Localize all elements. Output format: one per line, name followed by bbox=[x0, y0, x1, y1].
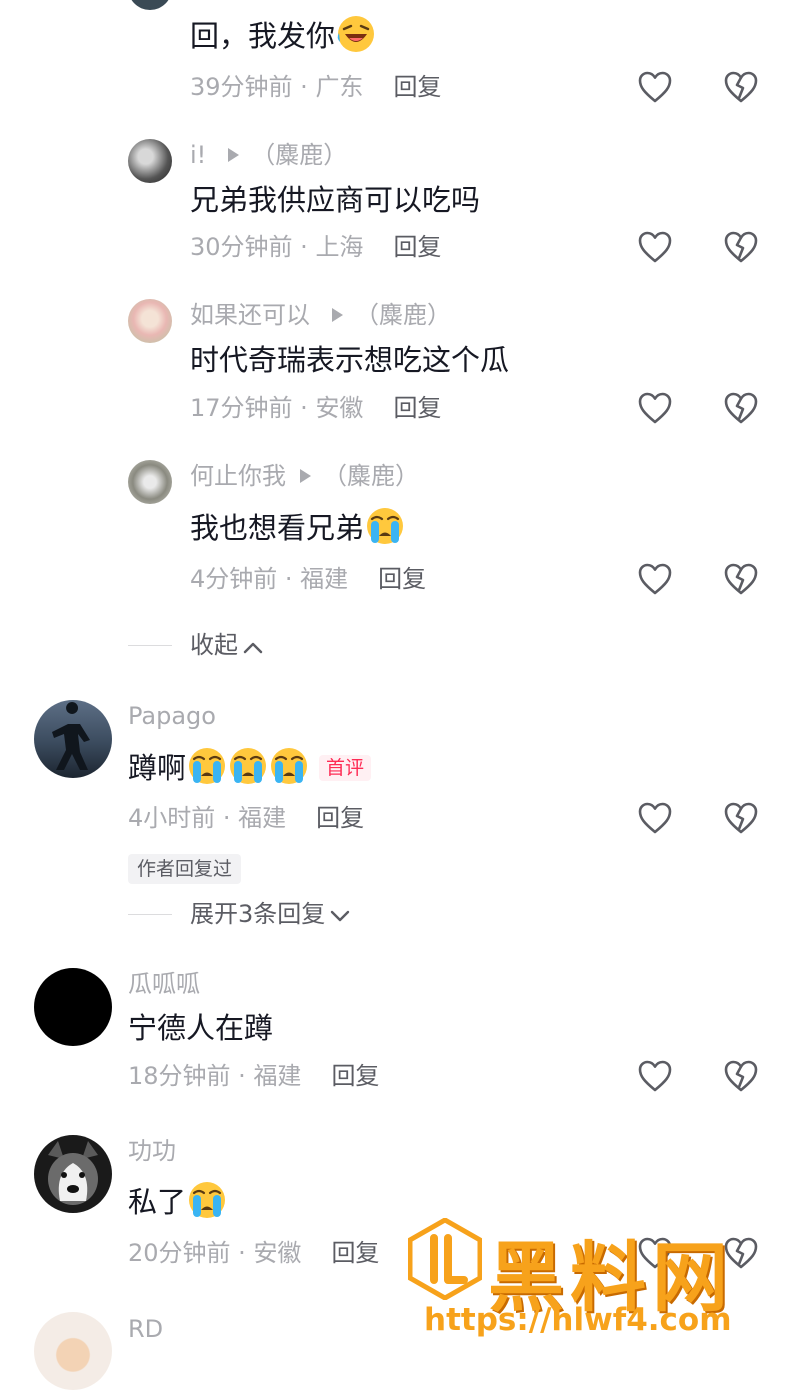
avatar[interactable] bbox=[128, 460, 172, 504]
comment-meta: 17分钟前 · 安徽 回复 bbox=[190, 394, 442, 422]
comment-location: 福建 bbox=[253, 1062, 302, 1090]
comment-username[interactable]: 如果还可以 （麋鹿） bbox=[190, 300, 451, 330]
watermark-url: https://hlwf4.com bbox=[424, 1302, 732, 1338]
crying-emoji-icon bbox=[365, 506, 405, 546]
broken-heart-icon[interactable] bbox=[723, 801, 759, 835]
avatar[interactable] bbox=[34, 1312, 112, 1390]
heart-icon[interactable] bbox=[637, 230, 673, 264]
reply-button[interactable]: 回复 bbox=[393, 73, 441, 101]
comment-username[interactable]: Papago bbox=[128, 701, 216, 731]
divider-line bbox=[128, 914, 172, 915]
comment-meta: 20分钟前 · 安徽 回复 bbox=[128, 1239, 380, 1267]
comment-time: 4小时前 bbox=[128, 804, 216, 832]
avatar[interactable] bbox=[128, 139, 172, 183]
heart-icon[interactable] bbox=[637, 801, 673, 835]
comment-username[interactable]: i! （麋鹿） bbox=[190, 140, 347, 170]
comment-meta: 4分钟前 · 福建 回复 bbox=[190, 565, 427, 593]
broken-heart-icon[interactable] bbox=[723, 562, 759, 596]
crying-emoji-icon bbox=[228, 746, 268, 786]
reply-arrow-icon bbox=[300, 469, 311, 483]
reply-button[interactable]: 回复 bbox=[331, 1239, 379, 1267]
avatar[interactable] bbox=[34, 1135, 112, 1213]
broken-heart-icon[interactable] bbox=[723, 391, 759, 425]
watermark-logo-icon bbox=[408, 1218, 482, 1300]
comment-meta: 18分钟前 · 福建 回复 bbox=[128, 1062, 380, 1090]
reply-button[interactable]: 回复 bbox=[331, 1062, 379, 1090]
heart-icon[interactable] bbox=[637, 70, 673, 104]
reply-arrow-icon bbox=[228, 148, 240, 162]
crying-emoji-icon bbox=[187, 746, 227, 786]
avatar[interactable] bbox=[34, 968, 112, 1046]
comment-text: 时代奇瑞表示想吃这个瓜 bbox=[190, 343, 510, 377]
reply-arrow-icon bbox=[332, 308, 343, 322]
chevron-down-icon bbox=[331, 910, 350, 922]
broken-heart-icon[interactable] bbox=[723, 230, 759, 264]
comment-text: 宁德人在蹲 bbox=[128, 1011, 274, 1045]
heart-icon[interactable] bbox=[637, 1059, 673, 1093]
laughing-emoji-icon bbox=[336, 14, 376, 54]
comment-text: 兄弟我供应商可以吃吗 bbox=[190, 183, 481, 217]
comment-time: 20分钟前 bbox=[128, 1239, 231, 1267]
comment-time: 4分钟前 bbox=[190, 565, 278, 593]
expand-replies-button[interactable]: 展开3条回复 bbox=[128, 899, 351, 929]
comment-location: 安徽 bbox=[253, 1239, 302, 1267]
reply-button[interactable]: 回复 bbox=[378, 565, 426, 593]
comment-time: 39分钟前 bbox=[190, 73, 293, 101]
watermark: 黑料网 https://hlwf4.com bbox=[404, 1214, 774, 1354]
comment-text: 蹲啊 首评 bbox=[128, 746, 372, 788]
comment-time: 17分钟前 bbox=[190, 394, 293, 422]
crying-emoji-icon bbox=[187, 1180, 227, 1220]
comment-text: 我也想看兄弟 bbox=[190, 506, 405, 548]
chevron-up-icon bbox=[243, 642, 263, 654]
comment-text: 私了 bbox=[128, 1180, 227, 1222]
comment-username[interactable]: RD bbox=[128, 1314, 163, 1344]
broken-heart-icon[interactable] bbox=[723, 70, 759, 104]
avatar[interactable] bbox=[128, 299, 172, 343]
comment-meta: 30分钟前 · 上海 回复 bbox=[190, 233, 442, 261]
comment-location: 福建 bbox=[238, 804, 287, 832]
crying-emoji-icon bbox=[269, 746, 309, 786]
reply-button[interactable]: 回复 bbox=[393, 394, 441, 422]
reply-button[interactable]: 回复 bbox=[393, 233, 441, 261]
husky-dog-icon bbox=[48, 1141, 98, 1205]
comment-username[interactable]: 功功 bbox=[128, 1136, 176, 1166]
comment-username[interactable]: 何止你我 （麋鹿） bbox=[190, 461, 419, 491]
first-comment-badge: 首评 bbox=[319, 755, 372, 781]
avatar[interactable] bbox=[128, 0, 172, 10]
heart-icon[interactable] bbox=[637, 391, 673, 425]
collapse-replies-button[interactable]: 收起 bbox=[128, 630, 264, 660]
reply-button[interactable]: 回复 bbox=[316, 804, 364, 832]
comment-location: 安徽 bbox=[315, 394, 364, 422]
comment-username[interactable]: 瓜呱呱 bbox=[128, 969, 200, 999]
author-replied-tag: 作者回复过 bbox=[128, 854, 242, 884]
silhouette-icon bbox=[52, 702, 90, 770]
comment-location: 福建 bbox=[300, 565, 349, 593]
comment-meta: 4小时前 · 福建 回复 bbox=[128, 804, 365, 832]
comment-text: 回，我发你 bbox=[190, 14, 376, 56]
divider-line bbox=[128, 645, 172, 646]
heart-icon[interactable] bbox=[637, 562, 673, 596]
comment-meta: 39分钟前 · 广东 回复 bbox=[190, 73, 442, 101]
comment-time: 30分钟前 bbox=[190, 233, 293, 261]
comment-location: 上海 bbox=[315, 233, 364, 261]
broken-heart-icon[interactable] bbox=[723, 1059, 759, 1093]
avatar[interactable] bbox=[34, 700, 112, 778]
comment-time: 18分钟前 bbox=[128, 1062, 231, 1090]
comment-location: 广东 bbox=[315, 73, 364, 101]
